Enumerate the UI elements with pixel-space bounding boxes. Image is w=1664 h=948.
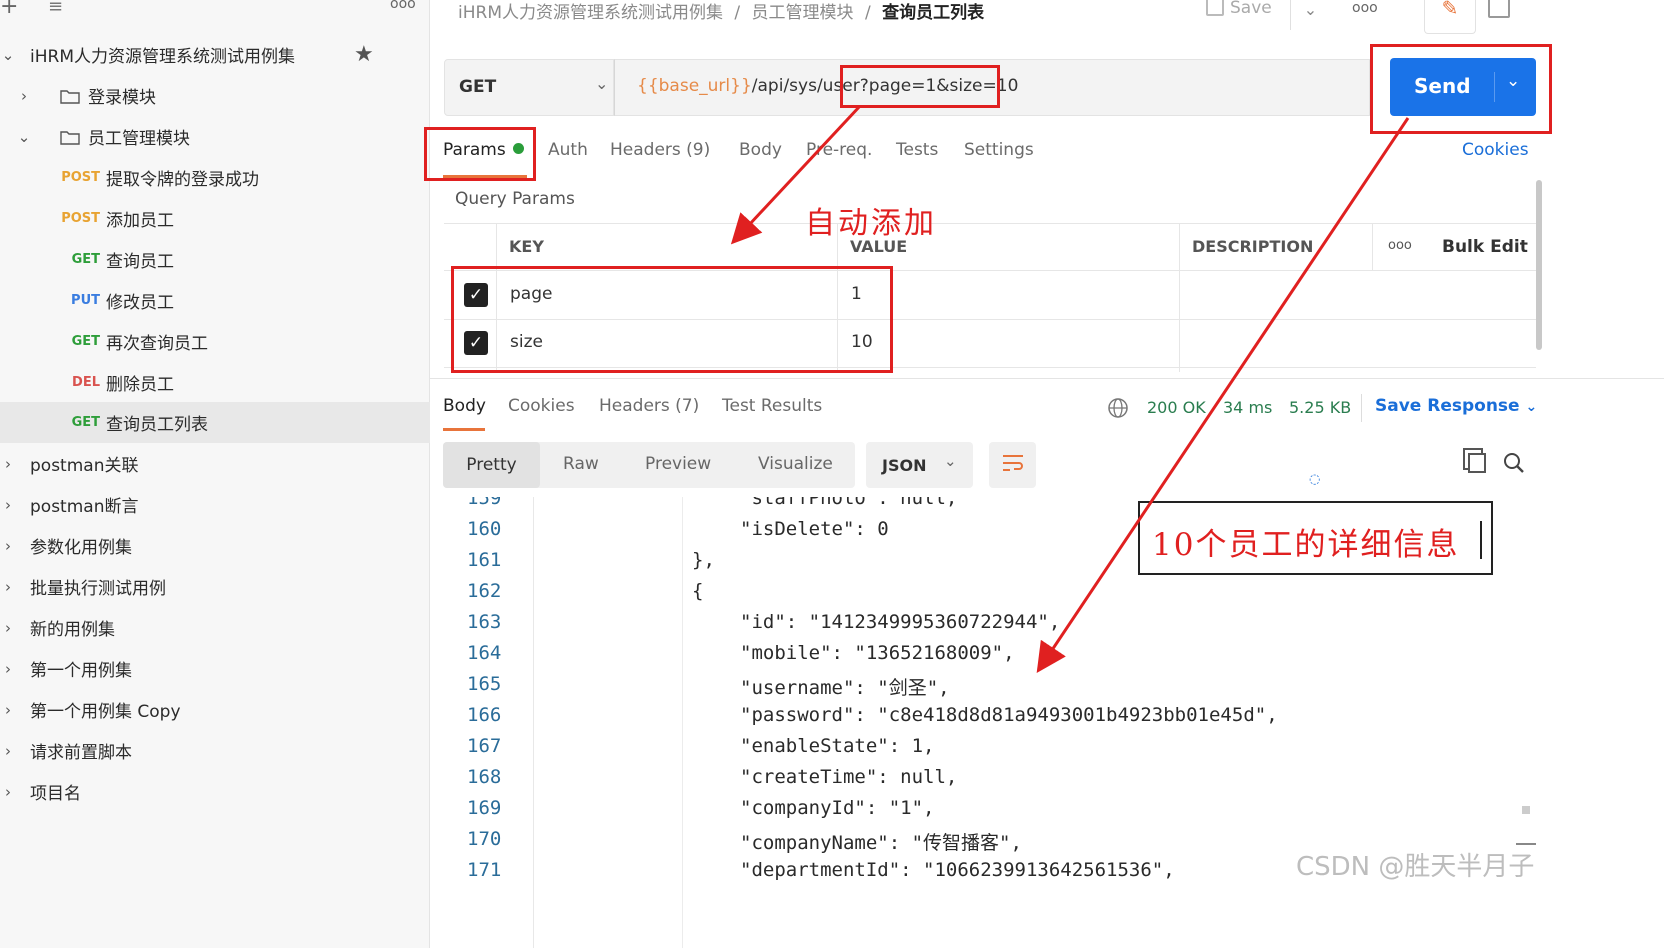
request-item[interactable]: POST 提取令牌的登录成功 — [0, 157, 430, 198]
method-badge: DEL — [72, 375, 100, 390]
collection-label: 请求前置脚本 — [30, 743, 132, 763]
collection-label: 新的用例集 — [30, 620, 115, 640]
folder-icon — [60, 89, 80, 104]
request-label: 添加员工 — [106, 211, 174, 231]
chevron-right-icon: › — [5, 577, 11, 596]
method-badge: PUT — [71, 293, 100, 308]
arrow-to-response — [1036, 117, 1410, 673]
chevron-right-icon: › — [5, 454, 11, 473]
collection-item[interactable]: › 第一个用例集 Copy — [0, 689, 430, 730]
request-label: 修改员工 — [106, 293, 174, 313]
request-item[interactable]: GET 查询员工 — [0, 239, 430, 280]
arrow-to-params — [730, 104, 862, 245]
request-label: 再次查询员工 — [106, 334, 208, 354]
chevron-down-icon: ⌄ — [1, 45, 15, 64]
chevron-right-icon: › — [5, 700, 11, 719]
chevron-right-icon: › — [21, 86, 27, 105]
chevron-right-icon: › — [5, 659, 11, 678]
annotation-arrows — [730, 104, 1410, 673]
request-item-selected[interactable]: GET 查询员工列表 — [0, 402, 430, 443]
collection-root[interactable]: ⌄ iHRM人力资源管理系统测试用例集 ★ — [0, 34, 430, 75]
request-label: 查询员工列表 — [106, 415, 208, 435]
method-badge: POST — [61, 170, 100, 185]
sidebar: + ≡ ooo ⌄ iHRM人力资源管理系统测试用例集 ★ › 登录模块 ⌄ 员… — [0, 0, 430, 948]
collection-item[interactable]: › 第一个用例集 — [0, 648, 430, 689]
folder-label: 员工管理模块 — [88, 129, 190, 149]
method-badge: GET — [71, 415, 100, 430]
more-icon[interactable]: ooo — [390, 0, 416, 12]
chevron-right-icon: › — [5, 741, 11, 760]
add-icon[interactable]: + — [0, 0, 18, 19]
request-label: 查询员工 — [106, 252, 174, 272]
chevron-right-icon: › — [5, 782, 11, 801]
request-label: 提取令牌的登录成功 — [106, 170, 259, 190]
filter-icon[interactable]: ≡ — [48, 0, 63, 17]
main-panel: iHRM人力资源管理系统测试用例集 / 员工管理模块 / 查询员工列表 Save… — [424, 0, 1664, 948]
collection-item[interactable]: › 项目名 — [0, 771, 430, 812]
collection-label: 项目名 — [30, 784, 81, 804]
folder-login[interactable]: › 登录模块 — [0, 75, 430, 116]
chevron-down-icon: ⌄ — [17, 127, 31, 146]
watermark: CSDN @胜天半月子 — [1296, 852, 1535, 882]
chevron-right-icon: › — [5, 495, 11, 514]
collection-item[interactable]: › postman关联 — [0, 443, 430, 484]
collection-item[interactable]: › 请求前置脚本 — [0, 730, 430, 771]
request-item[interactable]: PUT 修改员工 — [0, 280, 430, 321]
request-item[interactable]: GET 再次查询员工 — [0, 321, 430, 362]
method-badge: GET — [71, 334, 100, 349]
collection-label: 第一个用例集 — [30, 661, 132, 681]
request-label: 删除员工 — [106, 375, 174, 395]
chevron-right-icon: › — [5, 618, 11, 637]
folder-icon — [60, 130, 80, 145]
chevron-right-icon: › — [5, 536, 11, 555]
collection-item[interactable]: › 新的用例集 — [0, 607, 430, 648]
collection-label: postman断言 — [30, 497, 139, 517]
folder-label: 登录模块 — [88, 88, 156, 108]
star-icon[interactable]: ★ — [354, 42, 374, 67]
request-item[interactable]: DEL 删除员工 — [0, 362, 430, 403]
collection-name: iHRM人力资源管理系统测试用例集 — [30, 47, 295, 67]
method-badge: POST — [61, 211, 100, 226]
request-item[interactable]: POST 添加员工 — [0, 198, 430, 239]
collection-label: 参数化用例集 — [30, 538, 132, 558]
collection-label: 第一个用例集 Copy — [30, 702, 181, 722]
collection-label: 批量执行测试用例 — [30, 579, 166, 599]
collection-item[interactable]: › 参数化用例集 — [0, 525, 430, 566]
method-badge: GET — [71, 252, 100, 267]
collection-label: postman关联 — [30, 456, 139, 476]
collection-item[interactable]: › postman断言 — [0, 484, 430, 525]
collection-item[interactable]: › 批量执行测试用例 — [0, 566, 430, 607]
folder-employee[interactable]: ⌄ 员工管理模块 — [0, 116, 430, 157]
